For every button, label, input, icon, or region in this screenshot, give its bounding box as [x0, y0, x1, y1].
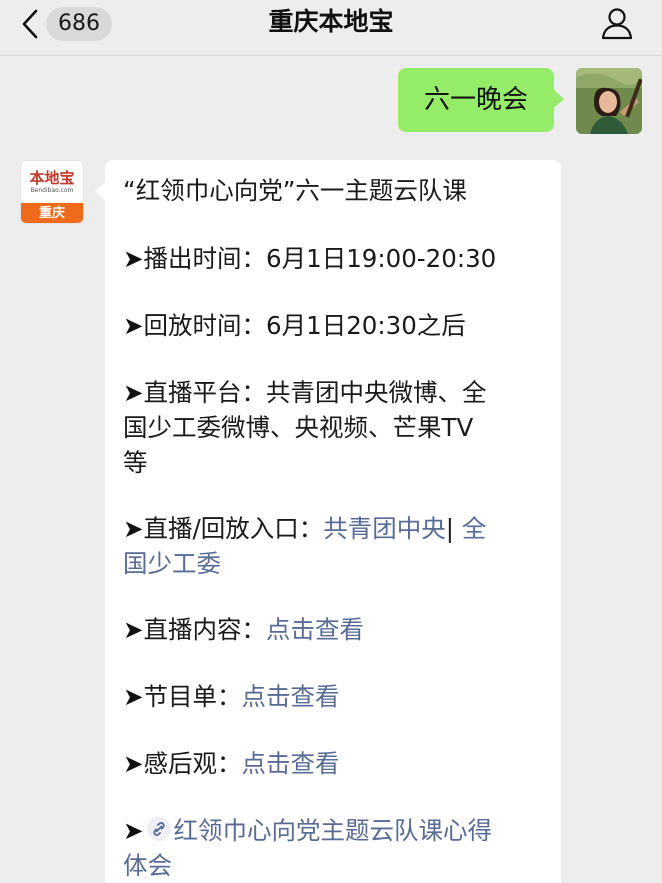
article-link-line: ➤ 红领巾心向党主题云队课心得	[123, 814, 492, 848]
platform-label: 直播平台：	[143, 378, 267, 407]
platform-line: ➤直播平台：共青团中央微博、全	[123, 376, 487, 410]
entry-link-shaogongwei[interactable]: 全	[462, 514, 487, 543]
arrow-icon: ➤	[123, 615, 144, 644]
message-headline: “红领巾心向党”六一主题云队课	[123, 176, 467, 205]
content-line: ➤直播内容：点击查看	[123, 613, 364, 647]
broadcast-time-line: ➤播出时间：6月1日19:00-20:30	[123, 242, 496, 276]
outgoing-message: 六一晚会	[397, 68, 642, 134]
platform-value: 共青团中央微博、全	[266, 378, 487, 407]
logo-text: 本地宝	[29, 169, 75, 187]
arrow-icon: ➤	[123, 311, 144, 340]
entry-link-cyl[interactable]: 共青团中央	[323, 514, 446, 543]
arrow-icon: ➤	[123, 514, 144, 543]
user-avatar[interactable]	[576, 68, 642, 134]
link-icon	[146, 816, 172, 842]
review-line: ➤感后观：点击查看	[123, 747, 340, 781]
chat-title: 重庆本地宝	[268, 7, 394, 36]
profile-button[interactable]	[600, 6, 634, 40]
review-label: 感后观：	[143, 749, 242, 778]
replay-label: 回放时间：	[143, 311, 267, 340]
logo-city: 重庆	[21, 203, 83, 223]
person-icon	[601, 8, 633, 40]
arrow-icon: ➤	[123, 378, 144, 407]
header-divider	[0, 55, 662, 56]
broadcast-value: 6月1日19:00-20:30	[266, 244, 497, 273]
outgoing-bubble[interactable]: 六一晚会	[397, 68, 565, 132]
bendibao-logo: 本地宝 Bendibao.com	[21, 161, 83, 203]
platform-line-3: 等	[123, 448, 148, 477]
replay-value: 6月1日20:30之后	[266, 311, 466, 340]
entry-link-shaogongwei-cont[interactable]: 国少工委	[123, 547, 221, 581]
arrow-icon: ➤	[123, 682, 144, 711]
replay-time-line: ➤回放时间：6月1日20:30之后	[123, 309, 466, 343]
arrow-icon: ➤	[123, 816, 144, 845]
program-link[interactable]: 点击查看	[242, 682, 340, 711]
article-link[interactable]: 红领巾心向党主题云队课心得	[174, 816, 493, 845]
review-link[interactable]: 点击查看	[242, 749, 340, 778]
arrow-icon: ➤	[123, 749, 144, 778]
platform-line-2: 国少工委微博、央视频、芒果TV	[123, 413, 474, 442]
content-link[interactable]: 点击查看	[266, 615, 364, 644]
entry-label: 直播/回放入口：	[143, 514, 324, 543]
entry-separator: |	[445, 514, 462, 543]
logo-domain: Bendibao.com	[30, 187, 74, 194]
chat-screen: 686 重庆本地宝 六一晚会 本地宝 Bendibao.com 重庆 “红领巾心…	[0, 0, 662, 883]
program-line: ➤节目单：点击查看	[123, 680, 340, 714]
chat-header: 686 重庆本地宝	[0, 0, 662, 48]
incoming-bubble: “红领巾心向党”六一主题云队课 ➤播出时间：6月1日19:00-20:30 ➤回…	[95, 160, 561, 883]
entry-line: ➤直播/回放入口：共青团中央| 全	[123, 512, 486, 546]
program-label: 节目单：	[143, 682, 242, 711]
sender-avatar[interactable]: 本地宝 Bendibao.com 重庆	[20, 160, 84, 224]
content-label: 直播内容：	[143, 615, 267, 644]
broadcast-label: 播出时间：	[143, 244, 267, 273]
article-link-cont[interactable]: 体会	[123, 849, 172, 883]
arrow-icon: ➤	[123, 244, 144, 273]
